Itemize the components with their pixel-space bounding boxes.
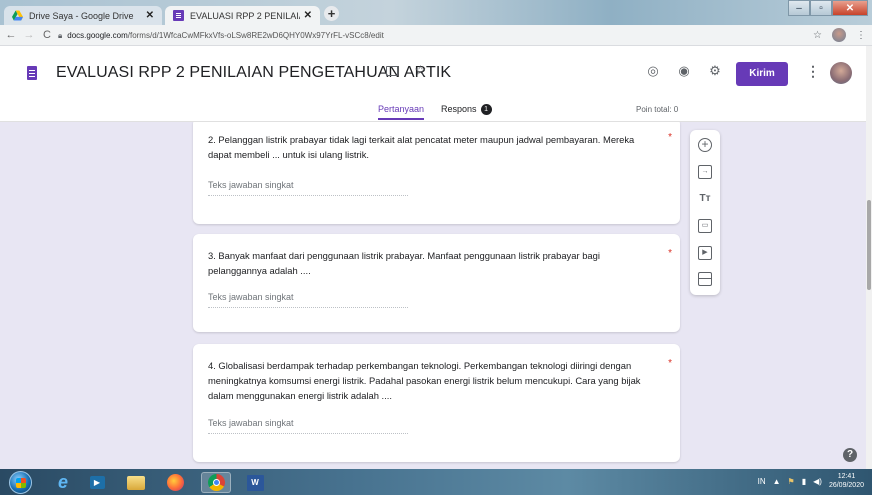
window-controls: – ▫ ✕ — [788, 0, 868, 16]
tab-close-icon[interactable]: ✕ — [146, 10, 154, 21]
action-center-flag-icon[interactable]: ⚑ — [788, 477, 795, 486]
firefox-icon[interactable] — [160, 472, 190, 493]
tab-google-drive[interactable]: Drive Saya - Google Drive ✕ — [4, 6, 162, 25]
form-editor: 2. Pelanggan listrik prabayar tidak lagi… — [0, 122, 866, 469]
move-to-folder-icon[interactable] — [386, 66, 398, 76]
maximize-icon[interactable]: ▫ — [810, 0, 832, 16]
question-text[interactable]: 3. Banyak manfaat dari penggunaan listri… — [208, 248, 660, 278]
import-questions-icon[interactable]: → — [698, 165, 712, 179]
google-forms-icon — [173, 10, 184, 21]
clock-time: 12:41 — [837, 473, 856, 480]
address-bar[interactable]: 🔒︎ docs.google.com/forms/d/1WfcaCwMFkxVf… — [58, 28, 788, 43]
google-drive-icon — [12, 10, 23, 21]
add-image-icon[interactable]: ▭ — [698, 219, 712, 233]
internet-explorer-icon[interactable]: e — [48, 472, 78, 493]
forms-header: EVALUASI RPP 2 PENILAIAN PENGETAHUAN ART… — [0, 46, 866, 122]
question-card[interactable]: 4. Globalisasi berdampak terhadap perkem… — [193, 344, 680, 462]
bookmark-star-icon[interactable]: ☆ — [813, 30, 822, 41]
browser-menu-icon[interactable]: ⋮ — [856, 30, 866, 41]
question-text[interactable]: 4. Globalisasi berdampak terhadap perkem… — [208, 358, 660, 403]
tab-close-icon[interactable]: ✕ — [304, 10, 312, 21]
url-path: /forms/d/1WfcaCwMFkxVfs-oLSw8RE2wD6QHY0W… — [127, 31, 384, 40]
required-asterisk: * — [668, 248, 672, 259]
short-answer-placeholder: Teks jawaban singkat — [208, 292, 408, 308]
star-icon[interactable]: ☆ — [414, 62, 427, 79]
send-button[interactable]: Kirim — [736, 62, 788, 86]
forms-logo-icon[interactable] — [27, 66, 37, 80]
add-video-icon[interactable]: ▶ — [698, 246, 712, 260]
more-options-icon[interactable]: ⋮ — [806, 63, 820, 80]
volume-icon[interactable]: ◀) — [813, 477, 822, 486]
profile-avatar[interactable] — [832, 28, 846, 42]
new-tab-icon[interactable]: + — [324, 6, 339, 21]
back-icon[interactable]: ← — [4, 29, 18, 41]
reload-icon[interactable]: C — [40, 29, 54, 41]
windows-taskbar: e ▶ W IN ▲ ⚑ ▮ ◀) 12:41 26/09/2020 — [0, 469, 872, 495]
url-host: docs.google.com — [67, 31, 128, 40]
start-button[interactable] — [9, 471, 32, 494]
question-text[interactable]: 2. Pelanggan listrik prabayar tidak lagi… — [208, 132, 660, 162]
form-tabs: Pertanyaan Respons 1 Poin total: 0 — [0, 104, 866, 122]
close-window-icon[interactable]: ✕ — [832, 0, 868, 16]
lock-icon: 🔒︎ — [58, 30, 63, 40]
add-question-icon[interactable]: + — [698, 138, 712, 152]
system-tray: IN ▲ ⚑ ▮ ◀) 12:41 26/09/2020 — [758, 472, 864, 490]
tab-questions[interactable]: Pertanyaan — [378, 104, 425, 120]
floating-toolbar: + → Tт ▭ ▶ — [690, 130, 720, 295]
forward-icon[interactable]: → — [22, 29, 36, 41]
clock-date: 26/09/2020 — [828, 482, 864, 489]
show-hidden-icons-icon[interactable]: ▲ — [773, 477, 781, 486]
preview-eye-icon[interactable]: ◉ — [677, 64, 691, 78]
question-card[interactable]: 3. Banyak manfaat dari penggunaan listri… — [193, 234, 680, 332]
required-asterisk: * — [668, 132, 672, 143]
tab-title: EVALUASI RPP 2 PENILAIAN PEN — [190, 10, 300, 21]
browser-tab-strip: Drive Saya - Google Drive ✕ EVALUASI RPP… — [0, 0, 872, 25]
help-icon[interactable]: ? — [843, 448, 857, 462]
clock[interactable]: 12:41 26/09/2020 — [829, 472, 864, 490]
browser-toolbar: ← → C 🔒︎ docs.google.com/forms/d/1WfcaCw… — [0, 25, 872, 46]
add-title-icon[interactable]: Tт — [698, 192, 712, 206]
minimize-icon[interactable]: – — [788, 0, 810, 16]
network-icon[interactable]: ▮ — [802, 477, 806, 486]
file-explorer-icon[interactable] — [121, 472, 151, 493]
add-section-icon[interactable] — [698, 272, 712, 286]
responses-count-badge: 1 — [480, 104, 492, 116]
language-indicator[interactable]: IN — [758, 477, 766, 486]
scrollbar-thumb[interactable] — [867, 200, 871, 290]
question-card[interactable]: 2. Pelanggan listrik prabayar tidak lagi… — [193, 122, 680, 224]
tab-responses[interactable]: Respons 1 — [441, 104, 492, 116]
word-icon[interactable]: W — [240, 472, 270, 493]
settings-gear-icon[interactable]: ⚙︎ — [708, 64, 722, 78]
chrome-icon[interactable] — [201, 472, 231, 493]
account-avatar[interactable] — [830, 62, 852, 84]
palette-icon[interactable]: ◎ — [646, 64, 660, 78]
tab-title: Drive Saya - Google Drive — [29, 10, 134, 21]
required-asterisk: * — [668, 358, 672, 369]
tab-forms[interactable]: EVALUASI RPP 2 PENILAIAN PEN ✕ — [165, 6, 320, 25]
media-player-icon[interactable]: ▶ — [82, 472, 112, 493]
short-answer-placeholder: Teks jawaban singkat — [208, 418, 408, 434]
points-total: Poin total: 0 — [636, 105, 679, 114]
browser-actions: ☆ ⋮ — [813, 28, 866, 42]
short-answer-placeholder: Teks jawaban singkat — [208, 180, 408, 196]
tab-responses-label: Respons — [441, 104, 477, 114]
